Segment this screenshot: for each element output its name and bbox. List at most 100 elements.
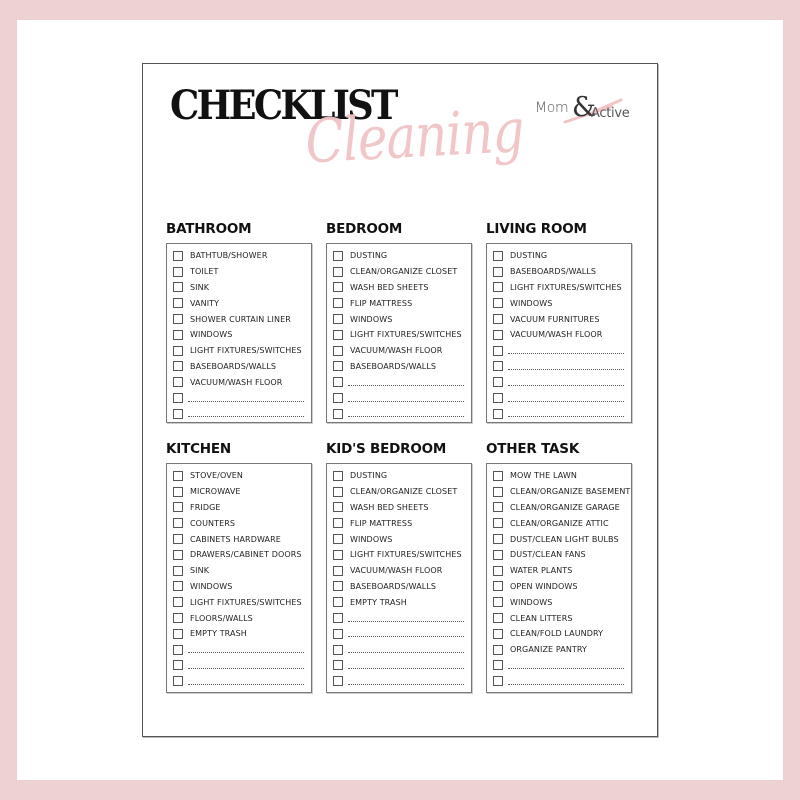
write-in-line[interactable]	[348, 667, 464, 669]
write-in-line[interactable]	[508, 353, 624, 355]
checkbox[interactable]	[493, 345, 503, 356]
write-in-line[interactable]	[348, 620, 464, 622]
checkbox[interactable]	[493, 329, 503, 340]
checkbox[interactable]	[173, 298, 183, 309]
checkbox[interactable]	[173, 377, 183, 388]
checkbox[interactable]	[493, 597, 503, 608]
checkbox[interactable]	[493, 282, 503, 293]
checkbox[interactable]	[333, 470, 343, 481]
checkbox[interactable]	[173, 597, 183, 608]
write-in-line[interactable]	[508, 416, 624, 418]
checkbox[interactable]	[333, 676, 343, 687]
checkbox[interactable]	[333, 534, 343, 545]
checklist-item-label: WASH BED SHEETS	[350, 282, 429, 292]
checkbox[interactable]	[173, 613, 183, 624]
checkbox[interactable]	[493, 676, 503, 687]
checkbox[interactable]	[333, 486, 343, 497]
checklist-item-label: WINDOWS	[350, 314, 393, 324]
checkbox[interactable]	[493, 393, 503, 404]
checkbox[interactable]	[173, 266, 183, 277]
checkbox[interactable]	[173, 549, 183, 560]
checkbox[interactable]	[493, 502, 503, 513]
checkbox[interactable]	[173, 329, 183, 340]
write-in-line[interactable]	[188, 416, 304, 418]
checkbox[interactable]	[333, 377, 343, 388]
checkbox[interactable]	[333, 314, 343, 325]
checkbox[interactable]	[493, 266, 503, 277]
checkbox[interactable]	[493, 628, 503, 639]
checkbox[interactable]	[493, 298, 503, 309]
checkbox[interactable]	[333, 549, 343, 560]
checkbox[interactable]	[173, 361, 183, 372]
write-in-line[interactable]	[348, 636, 464, 638]
checkbox[interactable]	[333, 565, 343, 576]
write-in-line[interactable]	[508, 384, 624, 386]
write-in-line[interactable]	[348, 652, 464, 654]
checkbox[interactable]	[493, 534, 503, 545]
checkbox[interactable]	[333, 518, 343, 529]
write-in-line[interactable]	[348, 400, 464, 402]
checkbox[interactable]	[173, 676, 183, 687]
checkbox[interactable]	[333, 393, 343, 404]
checkbox[interactable]	[493, 361, 503, 372]
write-in-line[interactable]	[508, 368, 624, 370]
write-in-line[interactable]	[188, 667, 304, 669]
checkbox[interactable]	[173, 534, 183, 545]
checkbox[interactable]	[173, 660, 183, 671]
write-in-line[interactable]	[508, 400, 624, 402]
checklist-item: WASH BED SHEETS	[333, 280, 471, 296]
checkbox[interactable]	[173, 314, 183, 325]
checkbox[interactable]	[173, 250, 183, 261]
checkbox[interactable]	[173, 644, 183, 655]
checkbox[interactable]	[333, 613, 343, 624]
checkbox[interactable]	[493, 470, 503, 481]
checkbox[interactable]	[173, 393, 183, 404]
checkbox[interactable]	[333, 502, 343, 513]
checkbox[interactable]	[173, 486, 183, 497]
checkbox[interactable]	[173, 581, 183, 592]
checkbox[interactable]	[333, 266, 343, 277]
checkbox[interactable]	[333, 628, 343, 639]
checkbox[interactable]	[173, 518, 183, 529]
checkbox[interactable]	[333, 361, 343, 372]
write-in-line[interactable]	[348, 384, 464, 386]
write-in-line[interactable]	[188, 683, 304, 685]
checkbox[interactable]	[173, 628, 183, 639]
checkbox[interactable]	[333, 660, 343, 671]
write-in-line[interactable]	[348, 683, 464, 685]
checkbox[interactable]	[333, 345, 343, 356]
checkbox[interactable]	[333, 408, 343, 419]
checkbox[interactable]	[333, 644, 343, 655]
checkbox[interactable]	[493, 408, 503, 419]
checkbox[interactable]	[493, 549, 503, 560]
checkbox[interactable]	[333, 597, 343, 608]
checkbox[interactable]	[493, 613, 503, 624]
checkbox[interactable]	[493, 518, 503, 529]
write-in-line[interactable]	[348, 416, 464, 418]
checkbox[interactable]	[493, 660, 503, 671]
checklist-item: WINDOWS	[173, 579, 311, 595]
checkbox[interactable]	[173, 345, 183, 356]
checkbox[interactable]	[173, 408, 183, 419]
checkbox[interactable]	[493, 644, 503, 655]
checkbox[interactable]	[333, 282, 343, 293]
checkbox[interactable]	[493, 250, 503, 261]
checkbox[interactable]	[493, 565, 503, 576]
write-in-line[interactable]	[188, 652, 304, 654]
checkbox[interactable]	[173, 470, 183, 481]
checkbox[interactable]	[333, 298, 343, 309]
checkbox[interactable]	[493, 314, 503, 325]
checkbox[interactable]	[493, 581, 503, 592]
checkbox[interactable]	[173, 565, 183, 576]
checkbox[interactable]	[173, 502, 183, 513]
checkbox[interactable]	[333, 329, 343, 340]
checklist-item-label: DUSTING	[350, 471, 388, 481]
checkbox[interactable]	[333, 581, 343, 592]
write-in-line[interactable]	[508, 683, 624, 685]
write-in-line[interactable]	[188, 400, 304, 402]
checkbox[interactable]	[173, 282, 183, 293]
checkbox[interactable]	[333, 250, 343, 261]
write-in-line[interactable]	[508, 667, 624, 669]
checkbox[interactable]	[493, 377, 503, 388]
checkbox[interactable]	[493, 486, 503, 497]
